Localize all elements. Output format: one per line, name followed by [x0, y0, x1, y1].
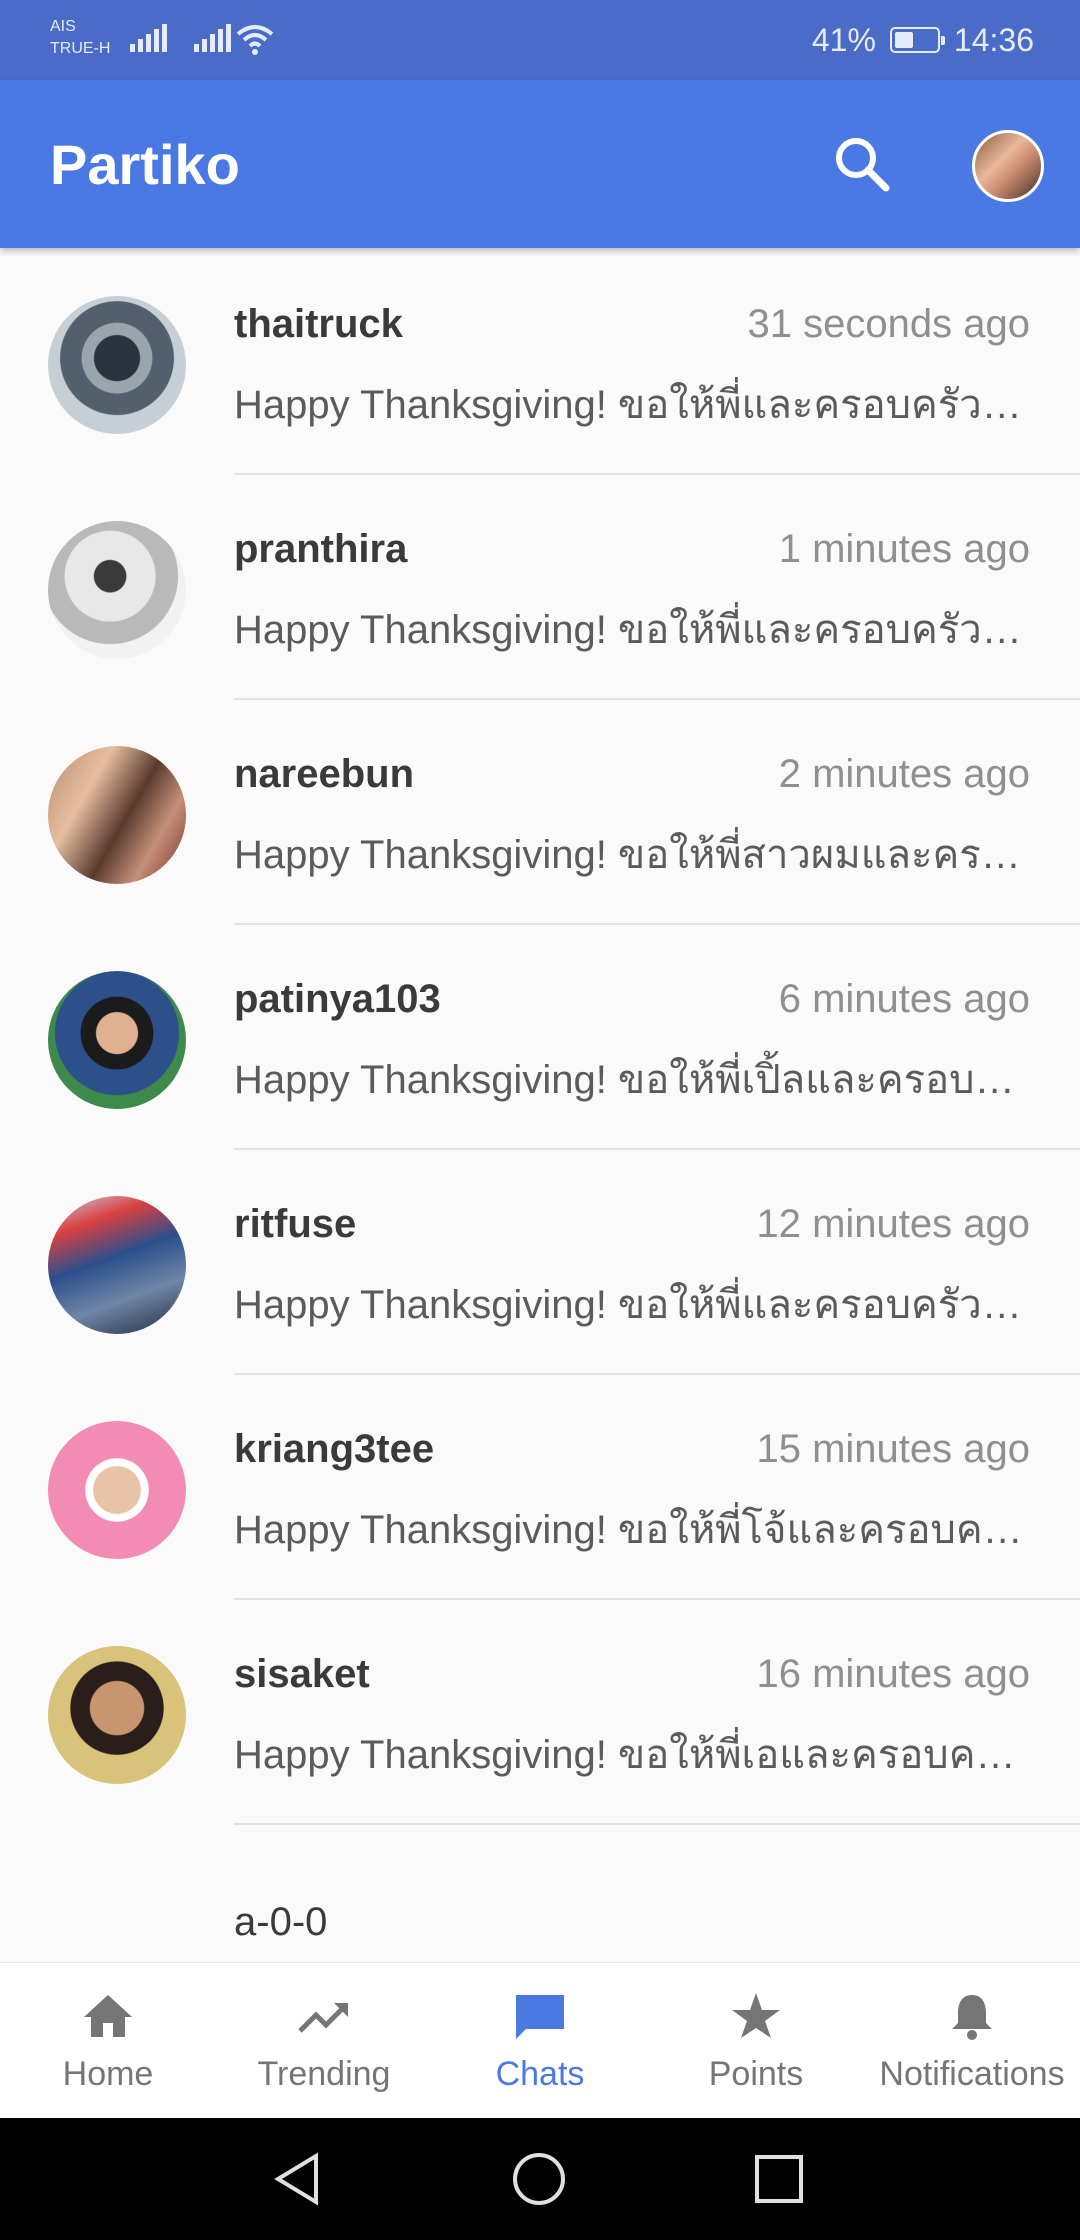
- clock: 14:36: [953, 21, 1034, 58]
- chat-timestamp: 1 minutes ago: [778, 527, 1030, 571]
- recents-button[interactable]: [744, 2144, 814, 2214]
- chat-item[interactable]: patinya103 6 minutes ago Happy Thanksgiv…: [0, 925, 1080, 1150]
- chat-username: ritfuse: [234, 1202, 357, 1246]
- chat-timestamp: 12 minutes ago: [756, 1202, 1030, 1246]
- back-icon: [274, 2152, 318, 2206]
- profile-avatar[interactable]: [972, 130, 1044, 202]
- nav-label: Notifications: [879, 2055, 1065, 2093]
- avatar: [48, 1646, 186, 1784]
- chat-item[interactable]: thaitruck 31 seconds ago Happy Thanksgiv…: [0, 250, 1080, 475]
- carrier-top: AIS: [50, 18, 76, 35]
- avatar: [48, 1196, 186, 1334]
- carrier-label: AIS TRUE-H: [50, 16, 110, 60]
- search-icon: [836, 138, 890, 192]
- status-bar: AIS TRUE-H 41% 14:36: [0, 0, 1080, 80]
- avatar: [48, 521, 186, 659]
- avatar: [48, 746, 186, 884]
- wifi-icon: [236, 22, 274, 56]
- system-nav-bar: [0, 2118, 1080, 2240]
- carrier-bottom: TRUE-H: [50, 40, 111, 57]
- chat-item[interactable]: kriang3tee 15 minutes ago Happy Thanksgi…: [0, 1375, 1080, 1600]
- chat-username: sisaket: [234, 1652, 370, 1696]
- nav-trending[interactable]: Trending: [216, 1963, 432, 2118]
- chat-item[interactable]: nareebun 2 minutes ago Happy Thanksgivin…: [0, 700, 1080, 925]
- chat-item[interactable]: pranthira 1 minutes ago Happy Thanksgivi…: [0, 475, 1080, 700]
- chat-preview: Happy Thanksgiving! ขอให้พี่และครอบครัวม…: [234, 1283, 1032, 1327]
- chat-username: pranthira: [234, 527, 408, 571]
- avatar: [48, 296, 186, 434]
- chat-timestamp: 6 minutes ago: [778, 977, 1030, 1021]
- recents-icon: [755, 2155, 803, 2203]
- chat-preview: Happy Thanksgiving! ขอให้พี่และครอบครัวม…: [234, 383, 1032, 427]
- battery-icon: [889, 27, 945, 53]
- battery-percent: 41%: [811, 21, 876, 58]
- avatar: [48, 1421, 186, 1559]
- list-footer-text: a-0-0: [234, 1900, 328, 1944]
- signal-icon: [192, 24, 232, 54]
- nav-notifications[interactable]: Notifications: [864, 1963, 1080, 2118]
- app-title: Partiko: [50, 133, 240, 196]
- nav-chats[interactable]: Chats: [432, 1963, 648, 2118]
- signal-icon: [128, 24, 168, 54]
- search-button[interactable]: [830, 132, 896, 198]
- home-button[interactable]: [504, 2144, 574, 2214]
- chat-timestamp: 2 minutes ago: [778, 752, 1030, 796]
- chat-item[interactable]: sisaket 16 minutes ago Happy Thanksgivin…: [0, 1600, 1080, 1825]
- chat-preview: Happy Thanksgiving! ขอให้พี่เอและครอบครั…: [234, 1733, 1032, 1777]
- divider: [234, 1823, 1080, 1825]
- chat-preview: Happy Thanksgiving! ขอให้พี่โจ้และครอบคร…: [234, 1508, 1032, 1552]
- chat-preview: Happy Thanksgiving! ขอให้พี่สาวผมและครอบ…: [234, 833, 1032, 877]
- chat-username: kriang3tee: [234, 1427, 435, 1471]
- nav-points[interactable]: Points: [648, 1963, 864, 2118]
- chat-timestamp: 15 minutes ago: [756, 1427, 1030, 1471]
- app-bar: Partiko: [0, 80, 1080, 248]
- nav-label: Points: [708, 2055, 804, 2093]
- nav-label: Chats: [495, 2055, 585, 2093]
- avatar: [48, 971, 186, 1109]
- status-right: 41% 14:36: [812, 18, 1034, 62]
- nav-label: Home: [62, 2055, 154, 2093]
- bottom-nav: Home Trending Chats Points Notifications: [0, 1962, 1080, 2118]
- nav-label: Trending: [257, 2055, 391, 2093]
- bell-icon: [952, 1995, 992, 2040]
- circle-home-icon: [513, 2153, 565, 2205]
- star-icon: [732, 1993, 780, 2038]
- back-button[interactable]: [264, 2144, 334, 2214]
- chat-timestamp: 31 seconds ago: [747, 302, 1030, 346]
- chat-preview: Happy Thanksgiving! ขอให้พี่และครอบครัวม…: [234, 608, 1032, 652]
- chat-username: thaitruck: [234, 302, 403, 346]
- chat-preview: Happy Thanksgiving! ขอให้พี่เปิ้ลและครอบ…: [234, 1058, 1032, 1102]
- chat-username: nareebun: [234, 752, 415, 796]
- chat-username: patinya103: [234, 977, 441, 1021]
- home-icon: [84, 1995, 132, 2037]
- chat-list: thaitruck 31 seconds ago Happy Thanksgiv…: [0, 250, 1080, 1825]
- trending-icon: [298, 2003, 348, 2033]
- chat-timestamp: 16 minutes ago: [756, 1652, 1030, 1696]
- chat-icon: [516, 1995, 564, 2039]
- chat-item[interactable]: ritfuse 12 minutes ago Happy Thanksgivin…: [0, 1150, 1080, 1375]
- nav-home[interactable]: Home: [0, 1963, 216, 2118]
